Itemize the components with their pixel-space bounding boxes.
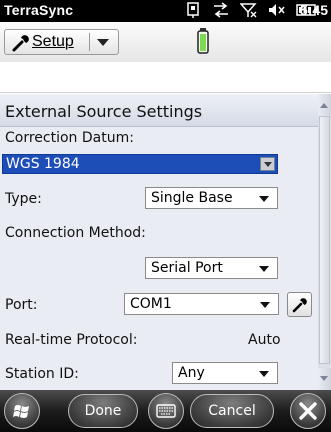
- chevron-down-icon[interactable]: [260, 157, 275, 171]
- close-icon: [299, 402, 317, 420]
- station-id-value: Any: [178, 365, 205, 381]
- no-signal-icon[interactable]: [240, 2, 258, 18]
- windows-logo-icon: [13, 405, 29, 418]
- divider: [89, 33, 90, 51]
- close-button[interactable]: [290, 393, 326, 429]
- keyboard-button[interactable]: [148, 393, 184, 429]
- station-id-label: Station ID:: [5, 366, 79, 382]
- setup-label: Setup: [32, 33, 74, 50]
- vertical-scrollbar[interactable]: [318, 94, 331, 390]
- chevron-down-icon[interactable]: [259, 196, 269, 202]
- correction-datum-value: WGS 1984: [6, 156, 80, 172]
- setup-menu-button[interactable]: Setup: [4, 29, 119, 55]
- port-select[interactable]: COM1: [124, 293, 279, 315]
- scroll-up-button[interactable]: [318, 94, 331, 116]
- keyboard-icon: [156, 404, 176, 418]
- done-button[interactable]: Done: [68, 394, 138, 428]
- connectivity-icon[interactable]: [212, 2, 230, 18]
- chevron-down-icon[interactable]: [259, 266, 269, 272]
- app-name: TerraSync: [4, 2, 74, 18]
- port-settings-button[interactable]: [287, 292, 312, 317]
- clock[interactable]: 5:45: [300, 2, 328, 18]
- wrench-icon: [12, 35, 29, 52]
- panel-header: External Source Settings: [0, 94, 318, 127]
- correction-datum-select[interactable]: WGS 1984: [2, 154, 278, 174]
- connection-method-select[interactable]: Serial Port: [145, 257, 278, 279]
- panel-title: External Source Settings: [5, 102, 203, 121]
- wrench-icon: [292, 298, 307, 313]
- toolbar: Setup: [0, 22, 331, 63]
- chevron-down-icon[interactable]: [97, 39, 109, 46]
- scroll-thumb[interactable]: [319, 116, 330, 364]
- type-select[interactable]: Single Base: [145, 187, 278, 209]
- scroll-down-button[interactable]: [318, 368, 331, 390]
- protocol-label: Real-time Protocol:: [5, 332, 138, 348]
- status-icons: [186, 2, 318, 18]
- soft-key-bar: Done Cancel: [0, 390, 331, 432]
- port-label: Port:: [5, 297, 38, 313]
- connection-method-label: Connection Method:: [5, 225, 146, 241]
- message-area: [0, 62, 331, 93]
- external-source-settings-panel: External Source Settings Correction Datu…: [0, 94, 331, 390]
- protocol-value: Auto: [248, 332, 281, 348]
- volume-icon[interactable]: [268, 2, 286, 18]
- type-label: Type:: [5, 191, 42, 207]
- gps-battery-icon: [197, 28, 209, 54]
- station-id-select[interactable]: Any: [172, 362, 278, 384]
- type-value: Single Base: [151, 190, 233, 206]
- chevron-down-icon[interactable]: [259, 371, 269, 377]
- chevron-down-icon[interactable]: [260, 302, 270, 308]
- status-bar: TerraSync 5:45: [0, 0, 331, 22]
- port-value: COM1: [130, 296, 172, 312]
- phone-signal-icon[interactable]: [186, 2, 202, 18]
- connection-method-value: Serial Port: [151, 260, 223, 276]
- cancel-button[interactable]: Cancel: [190, 394, 274, 428]
- start-button[interactable]: [4, 393, 40, 429]
- correction-datum-label: Correction Datum:: [5, 130, 134, 146]
